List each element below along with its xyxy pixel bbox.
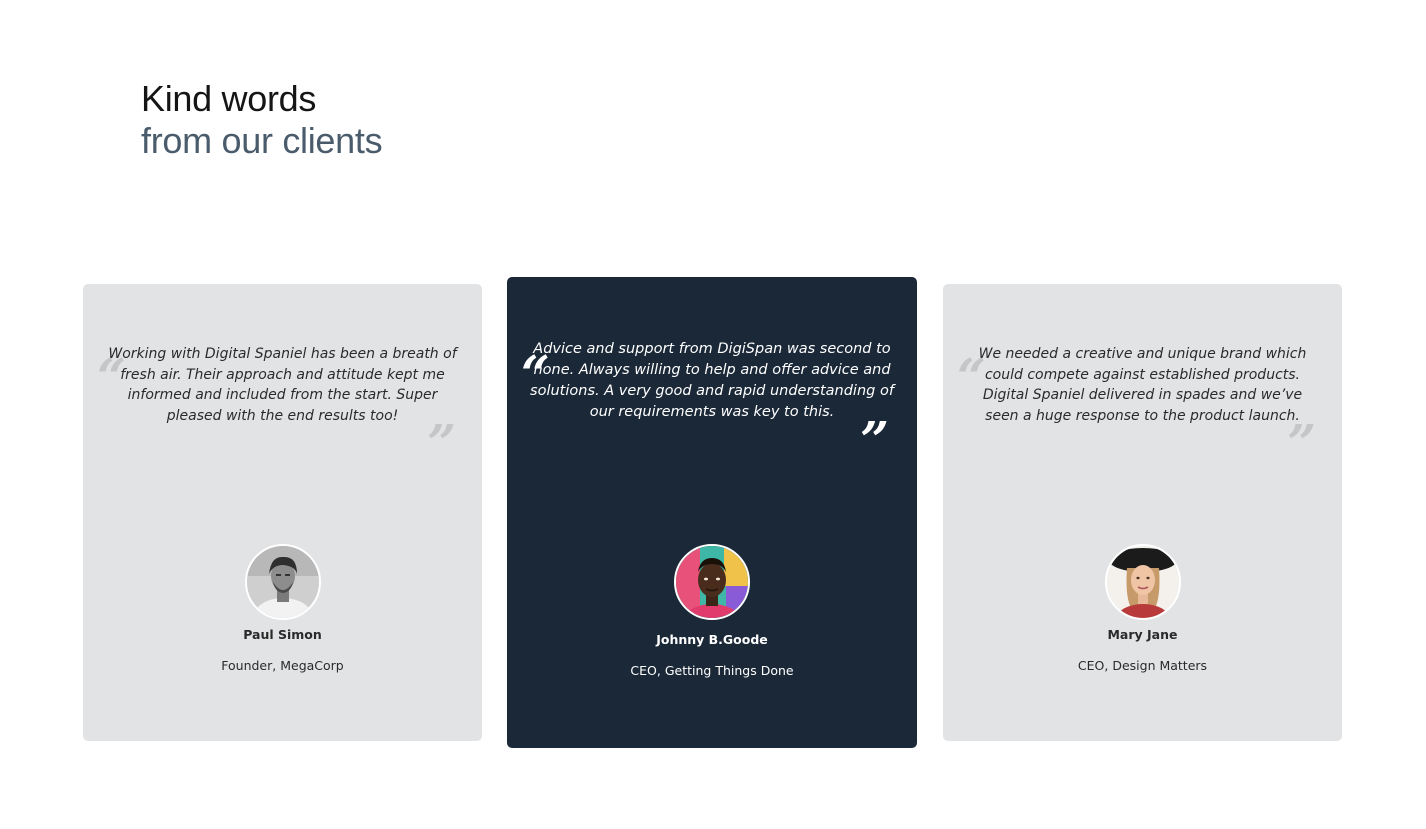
- avatar: [1104, 544, 1181, 620]
- heading-line-2: from our clients: [141, 120, 383, 161]
- avatar-photo-johnny-b-goode: [676, 546, 748, 618]
- close-quote-icon: ”: [860, 410, 889, 469]
- heading-line-1: Kind words: [141, 78, 317, 119]
- client-role: CEO, Getting Things Done: [630, 663, 794, 678]
- client-name: Paul Simon: [243, 627, 322, 642]
- testimonial-card-johnny-b-goode: “ Advice and support from DigiSpan was s…: [507, 277, 917, 748]
- close-quote-icon: ”: [427, 413, 456, 472]
- close-quote-icon: ”: [1287, 413, 1316, 472]
- testimonial-quote: Working with Digital Spaniel has been a …: [108, 346, 457, 424]
- testimonial-quote: Advice and support from DigiSpan was sec…: [530, 341, 894, 420]
- testimonial-card-paul-simon: “ Working with Digital Spaniel has been …: [83, 284, 482, 741]
- testimonial-quote: We needed a creative and unique brand wh…: [978, 346, 1307, 424]
- avatar: [674, 544, 750, 620]
- avatar-photo-paul-simon: [246, 546, 319, 618]
- avatar: [244, 544, 321, 620]
- section-heading: Kind words from our clients: [141, 78, 383, 162]
- avatar-photo-mary-jane: [1106, 546, 1179, 618]
- testimonial-card-mary-jane: “ We needed a creative and unique brand …: [943, 284, 1342, 741]
- client-name: Johnny B.Goode: [656, 632, 768, 647]
- testimonials-section: Kind words from our clients “ Working wi…: [0, 0, 1426, 829]
- client-role: Founder, MegaCorp: [221, 658, 344, 673]
- client-name: Mary Jane: [1107, 627, 1178, 642]
- client-role: CEO, Design Matters: [1077, 658, 1208, 673]
